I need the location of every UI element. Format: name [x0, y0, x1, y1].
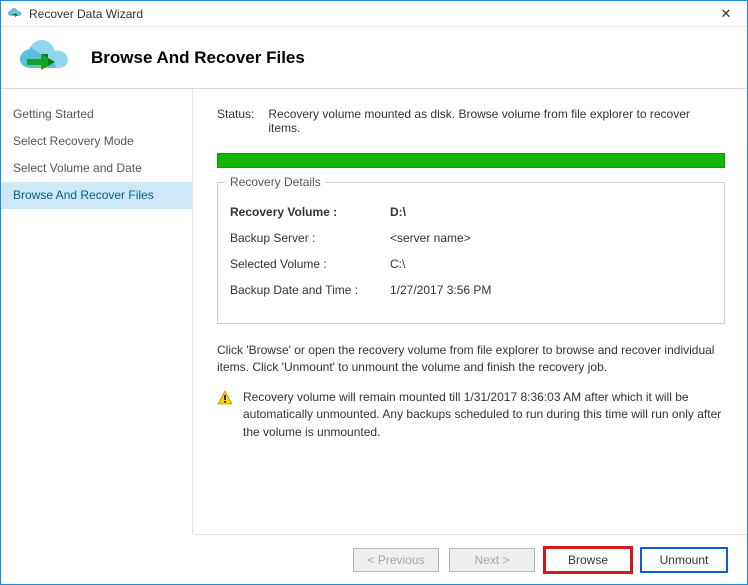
recovery-details-group: Recovery Details Recovery Volume : D:\ B…	[217, 182, 725, 324]
sidebar-item-browse-recover[interactable]: Browse And Recover Files	[1, 182, 192, 209]
window-title: Recover Data Wizard	[29, 7, 711, 21]
sidebar-item-getting-started[interactable]: Getting Started	[1, 101, 192, 128]
page-title: Browse And Recover Files	[91, 48, 305, 68]
close-icon[interactable]: ✕	[711, 6, 741, 22]
sidebar-item-select-volume-date[interactable]: Select Volume and Date	[1, 155, 192, 182]
sidebar-item-select-recovery-mode[interactable]: Select Recovery Mode	[1, 128, 192, 155]
unmount-button[interactable]: Unmount	[641, 548, 727, 572]
header: Browse And Recover Files	[1, 27, 747, 89]
detail-row-backup-server: Backup Server : <server name>	[230, 231, 712, 245]
main-panel: Status: Recovery volume mounted as disk.…	[193, 89, 747, 534]
cloud-icon	[7, 6, 23, 22]
browse-button[interactable]: Browse	[545, 548, 631, 572]
status-text: Recovery volume mounted as disk. Browse …	[268, 107, 725, 135]
group-title: Recovery Details	[226, 175, 325, 189]
footer-buttons: < Previous Next > Browse Unmount	[194, 534, 747, 584]
wizard-window: Recover Data Wizard ✕ Browse And Recover…	[0, 0, 748, 585]
description-text: Click 'Browse' or open the recovery volu…	[217, 342, 725, 377]
detail-row-recovery-volume: Recovery Volume : D:\	[230, 205, 712, 219]
warning-row: Recovery volume will remain mounted till…	[217, 389, 725, 441]
status-label: Status:	[217, 107, 254, 135]
warning-icon	[217, 390, 233, 406]
detail-row-selected-volume: Selected Volume : C:\	[230, 257, 712, 271]
wizard-steps-sidebar: Getting Started Select Recovery Mode Sel…	[1, 89, 193, 534]
cloud-logo-icon	[17, 38, 73, 78]
titlebar: Recover Data Wizard ✕	[1, 1, 747, 27]
warning-text: Recovery volume will remain mounted till…	[243, 389, 725, 441]
next-button: Next >	[449, 548, 535, 572]
previous-button: < Previous	[353, 548, 439, 572]
status-row: Status: Recovery volume mounted as disk.…	[217, 107, 725, 135]
progress-bar	[217, 153, 725, 168]
detail-row-backup-datetime: Backup Date and Time : 1/27/2017 3:56 PM	[230, 283, 712, 297]
